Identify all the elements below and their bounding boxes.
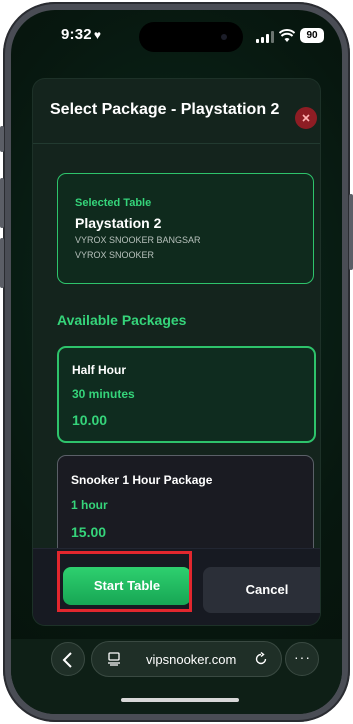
status-time-text: 9:32 bbox=[61, 26, 92, 43]
reload-icon[interactable] bbox=[254, 652, 268, 666]
camera-dot bbox=[221, 34, 227, 40]
action-button bbox=[0, 126, 4, 152]
signal-icon bbox=[256, 31, 274, 43]
close-icon bbox=[302, 114, 310, 122]
package-name: Half Hour bbox=[72, 363, 126, 377]
modal-header: Select Package - Playstation 2 bbox=[33, 79, 320, 144]
address-bar[interactable]: vipsnooker.com bbox=[91, 641, 282, 677]
package-name: Snooker 1 Hour Package bbox=[71, 473, 213, 487]
status-time: 9:32 ♥ bbox=[61, 26, 101, 43]
more-icon: ··· bbox=[294, 649, 311, 665]
status-bar: 9:32 ♥ 90 bbox=[11, 10, 342, 62]
cancel-button[interactable]: Cancel bbox=[203, 567, 320, 613]
close-button[interactable] bbox=[295, 107, 317, 129]
selected-table-card: Selected Table Playstation 2 VYROX SNOOK… bbox=[57, 173, 314, 284]
package-price: 15.00 bbox=[71, 524, 107, 540]
selected-table-brand: VYROX SNOOKER bbox=[75, 250, 155, 260]
heart-icon: ♥ bbox=[93, 28, 102, 42]
phone-screen: 9:32♥ 90 Select Package - Playstation 2 bbox=[11, 10, 342, 714]
battery-icon: 90 bbox=[300, 28, 324, 43]
package-modal: Select Package - Playstation 2 Selected … bbox=[33, 79, 320, 625]
available-packages-title: Available Packages bbox=[57, 312, 187, 328]
selected-table-name: Playstation 2 bbox=[75, 215, 162, 231]
tabs-icon bbox=[108, 652, 120, 666]
more-button[interactable]: ··· bbox=[285, 642, 319, 676]
highlight-box bbox=[57, 551, 192, 612]
package-duration: 30 minutes bbox=[72, 387, 135, 401]
dynamic-island bbox=[139, 22, 243, 52]
package-card-half-hour[interactable]: Half Hour 30 minutes 10.00 bbox=[57, 346, 316, 443]
back-button[interactable] bbox=[51, 642, 85, 676]
selected-table-location: VYROX SNOOKER BANGSAR bbox=[75, 235, 201, 245]
volume-down-button bbox=[0, 238, 4, 288]
modal-title: Select Package - Playstation 2 bbox=[50, 101, 280, 118]
package-duration: 1 hour bbox=[71, 498, 108, 512]
package-price: 10.00 bbox=[72, 412, 108, 428]
wifi-icon bbox=[279, 29, 295, 42]
volume-up-button bbox=[0, 178, 4, 228]
url-text: vipsnooker.com bbox=[146, 652, 237, 667]
selected-table-label: Selected Table bbox=[75, 197, 152, 209]
power-button bbox=[349, 194, 353, 270]
chevron-left-icon bbox=[62, 652, 72, 668]
home-indicator bbox=[121, 698, 239, 702]
